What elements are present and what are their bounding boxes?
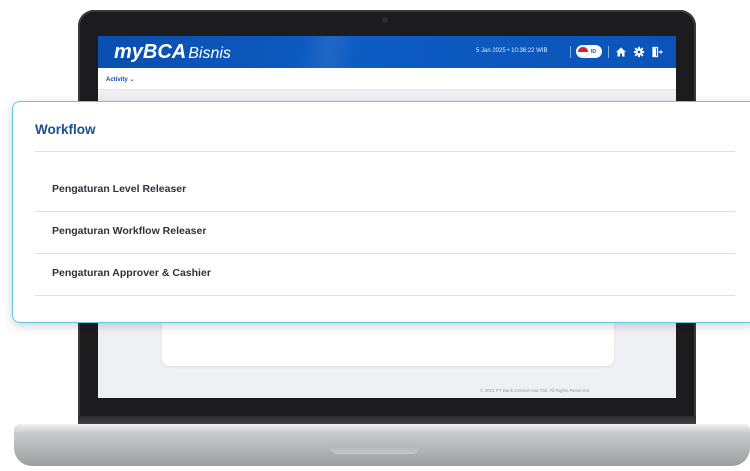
- datetime-display: 5 Jan 2025 • 10:36:22 WIB: [476, 48, 548, 54]
- top-bar-decoration: [258, 36, 398, 68]
- header-divider: [608, 46, 609, 58]
- workflow-card: Workflow Pengaturan Level Releaser Penga…: [12, 101, 750, 323]
- indonesia-flag-icon: [578, 46, 588, 57]
- workflow-divider: [35, 151, 735, 152]
- gear-icon[interactable]: [633, 46, 645, 58]
- activity-menu[interactable]: Activity ⌄: [106, 76, 134, 83]
- home-icon[interactable]: [615, 46, 627, 58]
- logout-icon[interactable]: [651, 46, 663, 58]
- top-bar: myBCA Bisnis 5 Jan 2025 • 10:36:22 WIB ID: [98, 36, 676, 68]
- menu-item-label: Pengaturan Level Releaser: [52, 183, 187, 195]
- menu-item-level-releaser[interactable]: Pengaturan Level Releaser: [35, 170, 735, 211]
- menu-item-label: Pengaturan Approver & Cashier: [52, 267, 211, 279]
- language-label: ID: [591, 48, 596, 55]
- header-divider: [570, 46, 571, 58]
- logo-my: my: [114, 41, 143, 63]
- workflow-title: Workflow: [35, 122, 96, 137]
- workflow-divider: [35, 295, 735, 296]
- menu-item-approver-cashier[interactable]: Pengaturan Approver & Cashier: [35, 254, 735, 295]
- sub-navigation: Activity ⌄: [98, 68, 676, 90]
- menu-item-label: Pengaturan Workflow Releaser: [52, 225, 207, 237]
- language-toggle[interactable]: ID: [576, 45, 602, 58]
- laptop-base-edge: [14, 424, 750, 432]
- camera-icon: [382, 17, 388, 23]
- menu-item-workflow-releaser[interactable]: Pengaturan Workflow Releaser: [35, 212, 735, 253]
- logo-bca: BCA: [142, 41, 187, 63]
- copyright-text: © 2021 PT Bank Central Asia Tbk. All Rig…: [480, 388, 591, 393]
- laptop-notch: [330, 446, 420, 454]
- logo-bisnis: Bisnis: [188, 45, 231, 62]
- mybca-bisnis-logo[interactable]: myBCA Bisnis: [114, 41, 231, 65]
